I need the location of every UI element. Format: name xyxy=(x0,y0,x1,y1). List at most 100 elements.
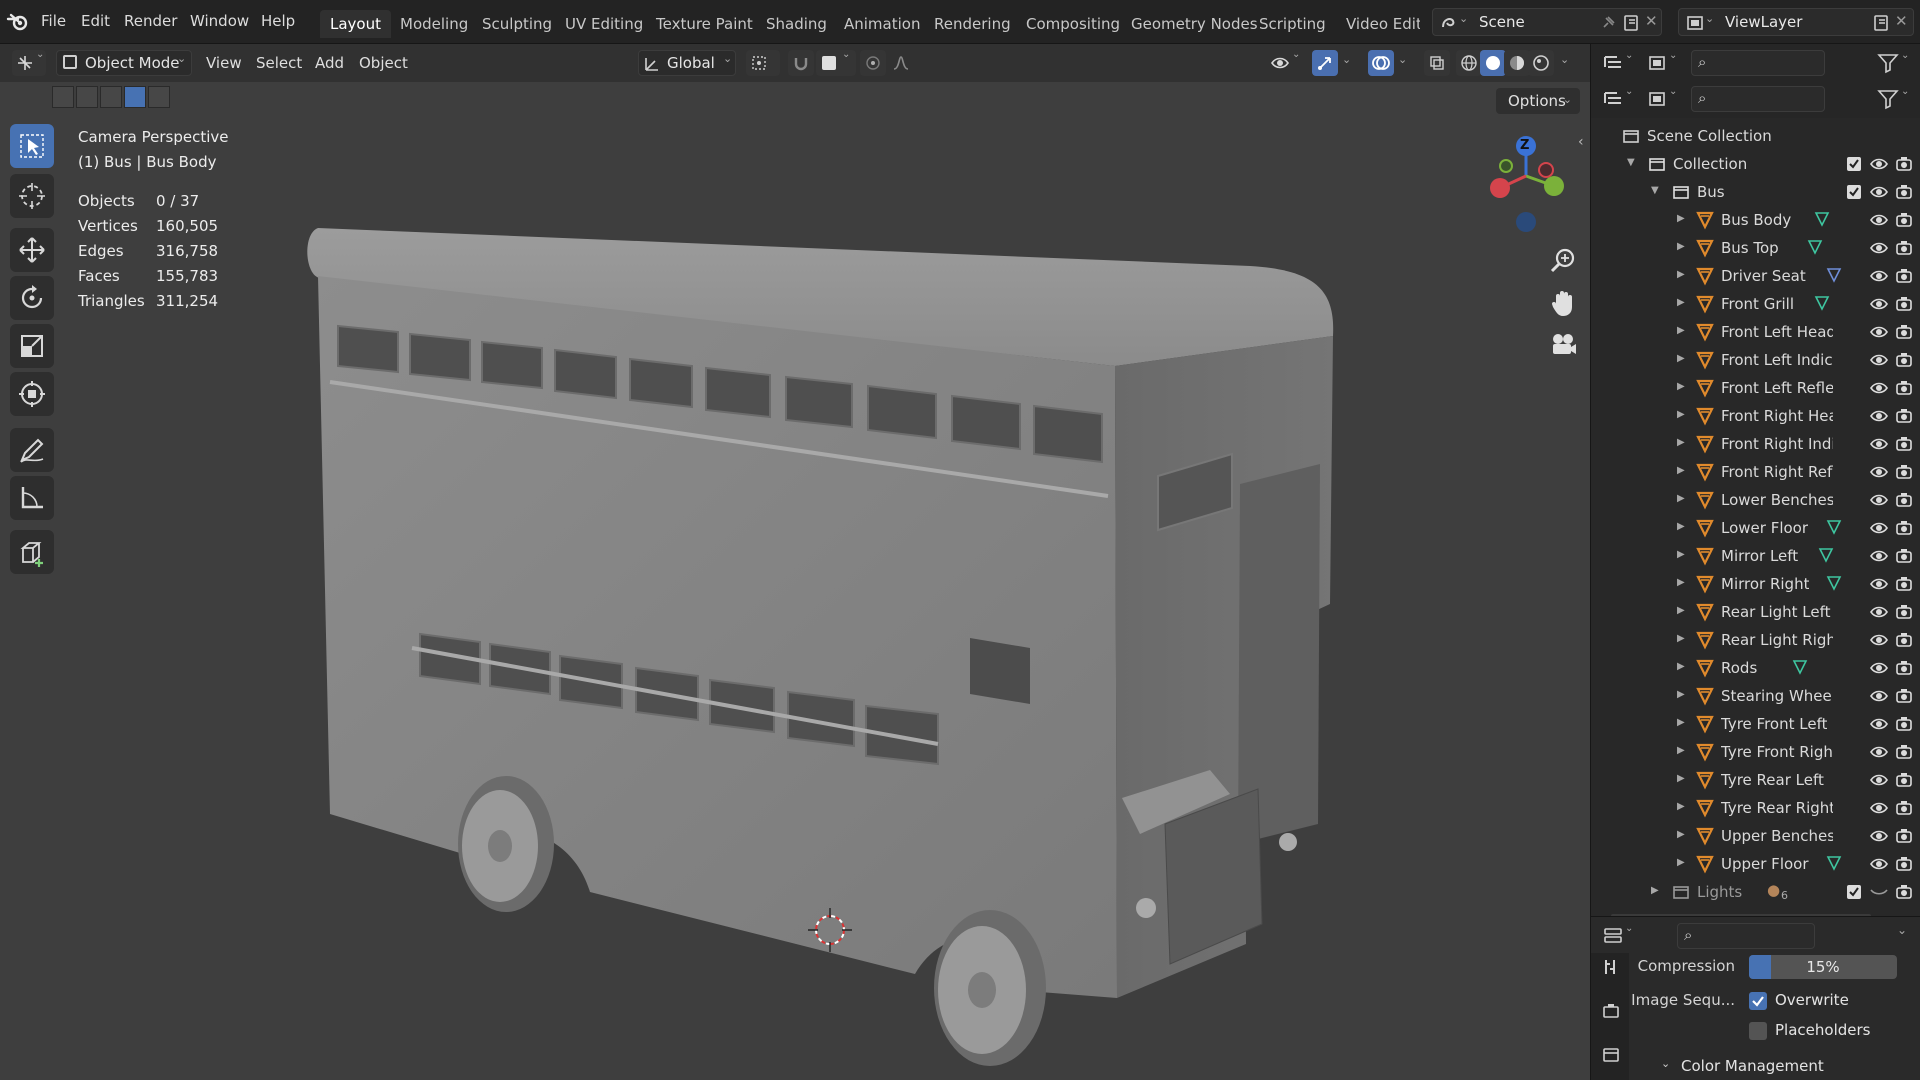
eye-icon[interactable] xyxy=(1870,547,1888,565)
properties-editor-type-icon[interactable]: ⌄ xyxy=(1601,923,1639,949)
outliner-search-input[interactable]: ⌕ xyxy=(1691,86,1825,112)
outliner-object-row[interactable]: ▶ Bus Top xyxy=(1591,234,1920,262)
expand-arrow-icon[interactable]: ▶ xyxy=(1677,829,1687,840)
expand-arrow-icon[interactable]: ▶ xyxy=(1677,409,1687,420)
render-tab-icon[interactable] xyxy=(1601,1001,1621,1021)
camera-view-icon[interactable] xyxy=(1548,330,1578,360)
mesh-data-icon[interactable] xyxy=(1817,546,1835,564)
chevron-down-icon[interactable]: ⌄ xyxy=(1901,86,1909,97)
camera-render-icon[interactable] xyxy=(1895,239,1913,257)
eye-icon[interactable] xyxy=(1870,407,1888,425)
eye-icon[interactable] xyxy=(1870,323,1888,341)
camera-render-icon[interactable] xyxy=(1895,659,1913,677)
camera-render-icon[interactable] xyxy=(1895,323,1913,341)
outliner-object-row[interactable]: ▶ Mirror Right xyxy=(1591,570,1920,598)
outliner-object-row[interactable]: ▶ Driver Seat xyxy=(1591,262,1920,290)
camera-render-icon[interactable] xyxy=(1895,743,1913,761)
outliner-object-row[interactable]: ▶ Rear Light Left xyxy=(1591,598,1920,626)
overwrite-checkbox[interactable] xyxy=(1749,992,1767,1010)
compression-slider[interactable]: 15% xyxy=(1749,955,1897,979)
outliner-object-row[interactable]: ▶ Front Left Reflectc xyxy=(1591,374,1920,402)
bus-model-render[interactable] xyxy=(0,44,1590,1080)
outliner-object-row[interactable]: ▶ Rear Light Right xyxy=(1591,626,1920,654)
display-mode-icon[interactable]: ⌄ xyxy=(1645,86,1683,112)
eye-icon[interactable] xyxy=(1870,603,1888,621)
expand-arrow-icon[interactable]: ▶ xyxy=(1677,549,1687,560)
menu-window[interactable]: Window xyxy=(190,12,249,30)
expand-arrow-icon[interactable]: ▶ xyxy=(1677,633,1687,644)
pin-icon[interactable] xyxy=(1599,14,1617,32)
eye-icon[interactable] xyxy=(1870,183,1888,201)
exclude-checkbox-icon[interactable] xyxy=(1845,183,1863,201)
outliner-object-row[interactable]: ▶ Front Left Indicatc xyxy=(1591,346,1920,374)
outliner-object-row[interactable]: ▶ Lower Benches ne xyxy=(1591,486,1920,514)
modifier-icon[interactable] xyxy=(1825,518,1843,536)
expand-arrow-icon[interactable]: ▶ xyxy=(1677,381,1687,392)
placeholders-checkbox[interactable] xyxy=(1749,1022,1767,1040)
expand-arrow-icon[interactable]: ▶ xyxy=(1677,605,1687,616)
eye-icon[interactable] xyxy=(1870,575,1888,593)
close-icon[interactable]: ✕ xyxy=(1895,12,1908,30)
outliner-object-row[interactable]: ▶ Tyre Rear Right xyxy=(1591,794,1920,822)
camera-render-icon[interactable] xyxy=(1895,603,1913,621)
expand-arrow-icon[interactable]: ▶ xyxy=(1677,325,1687,336)
outliner-object-row[interactable]: ▶ Mirror Left xyxy=(1591,542,1920,570)
armature-icon[interactable] xyxy=(1825,266,1843,284)
expand-arrow-icon[interactable]: ▶ xyxy=(1677,521,1687,532)
menu-edit[interactable]: Edit xyxy=(81,12,110,30)
camera-render-icon[interactable] xyxy=(1895,715,1913,733)
camera-render-icon[interactable] xyxy=(1895,267,1913,285)
expand-arrow-icon[interactable]: ▶ xyxy=(1677,773,1687,784)
outliner-object-row[interactable]: ▶ Front Right Head I xyxy=(1591,402,1920,430)
camera-render-icon[interactable] xyxy=(1895,631,1913,649)
eye-icon[interactable] xyxy=(1870,491,1888,509)
eye-icon[interactable] xyxy=(1870,155,1888,173)
pan-hand-icon[interactable] xyxy=(1548,288,1578,318)
outliner-editor-type-icon[interactable]: ⌄ xyxy=(1601,50,1639,76)
camera-render-icon[interactable] xyxy=(1895,799,1913,817)
properties-search-input[interactable]: ⌕ xyxy=(1677,923,1815,949)
expand-arrow-icon[interactable]: ▶ xyxy=(1677,661,1687,672)
eye-icon[interactable] xyxy=(1870,827,1888,845)
3d-viewport[interactable]: ⌄ Object Mode ⌄ View Select Add Object G… xyxy=(0,44,1590,1080)
eye-icon[interactable] xyxy=(1870,211,1888,229)
collapse-sidebar-icon[interactable]: ‹ xyxy=(1578,134,1584,150)
filter-icon[interactable] xyxy=(1877,88,1899,110)
modifier-icon[interactable] xyxy=(1825,854,1843,872)
camera-render-icon[interactable] xyxy=(1895,883,1913,901)
eye-icon[interactable] xyxy=(1870,267,1888,285)
eye-icon[interactable] xyxy=(1870,379,1888,397)
eye-icon[interactable] xyxy=(1870,463,1888,481)
chevron-down-icon[interactable]: ⌄ xyxy=(1661,1057,1670,1070)
expand-arrow-icon[interactable]: ▶ xyxy=(1677,801,1687,812)
eye-icon[interactable] xyxy=(1870,799,1888,817)
camera-render-icon[interactable] xyxy=(1895,687,1913,705)
blender-logo-icon[interactable] xyxy=(6,10,30,34)
tab-modeling[interactable]: Modeling xyxy=(390,10,478,38)
camera-render-icon[interactable] xyxy=(1895,407,1913,425)
outliner-object-row[interactable]: ▶ Tyre Rear Left xyxy=(1591,766,1920,794)
expand-arrow-icon[interactable]: ▶ xyxy=(1677,353,1687,364)
zoom-icon[interactable] xyxy=(1548,246,1578,276)
expand-arrow-icon[interactable]: ▶ xyxy=(1677,297,1687,308)
eye-icon[interactable] xyxy=(1870,771,1888,789)
expand-arrow-icon[interactable]: ▼ xyxy=(1651,185,1661,196)
expand-arrow-icon[interactable]: ▶ xyxy=(1677,493,1687,504)
new-view-layer-icon[interactable] xyxy=(1871,13,1891,33)
outliner-object-row[interactable]: ▶ Front Right Reflec xyxy=(1591,458,1920,486)
outliner-object-row[interactable]: ▶ Front Left Head Li xyxy=(1591,318,1920,346)
close-icon[interactable]: ✕ xyxy=(1645,12,1658,30)
camera-render-icon[interactable] xyxy=(1895,183,1913,201)
chevron-down-icon[interactable]: ⌄ xyxy=(1897,923,1907,937)
eye-icon[interactable] xyxy=(1870,715,1888,733)
mesh-data-icon[interactable] xyxy=(1806,238,1824,256)
menu-help[interactable]: Help xyxy=(261,12,295,30)
outliner-object-row[interactable]: ▶ Front Right Indicat xyxy=(1591,430,1920,458)
mesh-data-icon[interactable] xyxy=(1813,210,1831,228)
expand-arrow-icon[interactable]: ▶ xyxy=(1677,269,1687,280)
outliner-search-input[interactable]: ⌕ xyxy=(1691,50,1825,76)
expand-arrow-icon[interactable]: ▶ xyxy=(1677,213,1687,224)
expand-arrow-icon[interactable]: ▶ xyxy=(1677,437,1687,448)
eye-icon[interactable] xyxy=(1870,631,1888,649)
camera-render-icon[interactable] xyxy=(1895,547,1913,565)
